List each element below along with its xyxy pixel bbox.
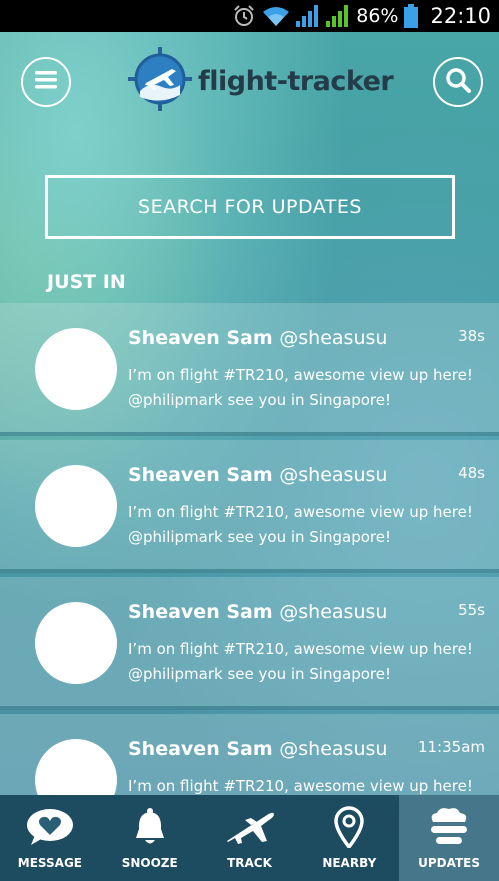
feed-message: I’m on flight #TR210, awesome view up he…	[128, 503, 473, 546]
feed-timestamp: 11:35am	[417, 738, 485, 756]
avatar[interactable]	[35, 328, 117, 410]
nav-nearby[interactable]: NEARBY	[299, 795, 399, 881]
hamburger-icon	[35, 71, 57, 93]
author-handle[interactable]: @sheasusu	[279, 327, 387, 349]
section-title: JUST IN	[47, 271, 126, 293]
feed-timestamp: 55s	[458, 601, 485, 619]
location-pin-icon	[334, 806, 365, 848]
feed-item[interactable]: Sheaven Sam @sheasusu 38s I’m on flight …	[0, 303, 499, 436]
crosshair-plane-icon	[128, 47, 192, 115]
battery-percent: 86%	[356, 5, 399, 27]
feed-author: Sheaven Sam @sheasusu	[128, 738, 387, 760]
feed-author: Sheaven Sam @sheasusu	[128, 327, 387, 349]
avatar[interactable]	[35, 739, 117, 795]
feed-item[interactable]: Sheaven Sam @sheasusu 55s I’m on flight …	[0, 577, 499, 710]
author-name[interactable]: Sheaven Sam	[128, 601, 273, 623]
signal-icon	[296, 5, 320, 27]
feed-item[interactable]: Sheaven Sam @sheasusu 48s I’m on flight …	[0, 440, 499, 573]
nav-message[interactable]: MESSAGE	[0, 795, 100, 881]
heart-bubble-icon	[25, 806, 75, 848]
nav-snooze-label: SNOOZE	[121, 856, 178, 870]
author-name[interactable]: Sheaven Sam	[128, 738, 273, 760]
menu-button[interactable]	[21, 57, 71, 107]
feed-timestamp: 38s	[458, 327, 485, 345]
updates-feed[interactable]: Sheaven Sam @sheasusu 38s I’m on flight …	[0, 303, 499, 795]
app-name: flight-tracker	[198, 65, 394, 97]
nav-track[interactable]: TRACK	[200, 795, 300, 881]
nav-track-label: TRACK	[227, 856, 272, 870]
status-bar: 86% 22:10	[0, 0, 499, 32]
bottom-nav: MESSAGE SNOOZE TRACK NEARBY UPDATES	[0, 795, 499, 881]
nav-message-label: MESSAGE	[17, 856, 82, 870]
signal-icon	[326, 5, 350, 27]
feed-message: I’m on flight #TR210, awesome view up he…	[128, 366, 473, 409]
wifi-icon	[262, 5, 290, 27]
author-handle[interactable]: @sheasusu	[279, 738, 387, 760]
search-for-updates-button[interactable]: SEARCH FOR UPDATES	[45, 175, 455, 239]
author-handle[interactable]: @sheasusu	[279, 601, 387, 623]
clock: 22:10	[430, 4, 491, 28]
nav-updates-label: UPDATES	[418, 856, 481, 870]
feed-item[interactable]: Sheaven Sam @sheasusu 11:35am I’m on fli…	[0, 714, 499, 795]
author-name[interactable]: Sheaven Sam	[128, 464, 273, 486]
feed-message: I’m on flight #TR210, awesome view up he…	[128, 640, 473, 683]
cloud-stack-icon	[427, 806, 471, 848]
bell-icon	[133, 806, 167, 848]
nav-updates[interactable]: UPDATES	[399, 795, 499, 881]
nav-snooze[interactable]: SNOOZE	[100, 795, 200, 881]
feed-author: Sheaven Sam @sheasusu	[128, 601, 387, 623]
avatar[interactable]	[35, 602, 117, 684]
app-logo: flight-tracker	[128, 47, 394, 115]
app-header: flight-tracker	[0, 32, 499, 132]
nav-nearby-label: NEARBY	[322, 856, 377, 870]
search-button[interactable]	[433, 57, 483, 107]
avatar[interactable]	[35, 465, 117, 547]
search-icon	[445, 67, 471, 97]
author-handle[interactable]: @sheasusu	[279, 464, 387, 486]
feed-timestamp: 48s	[458, 464, 485, 482]
feed-author: Sheaven Sam @sheasusu	[128, 464, 387, 486]
airplane-icon	[223, 806, 275, 848]
alarm-icon	[232, 4, 256, 28]
battery-icon	[404, 4, 419, 28]
feed-message: I’m on flight #TR210, awesome view up he…	[128, 777, 473, 795]
author-name[interactable]: Sheaven Sam	[128, 327, 273, 349]
